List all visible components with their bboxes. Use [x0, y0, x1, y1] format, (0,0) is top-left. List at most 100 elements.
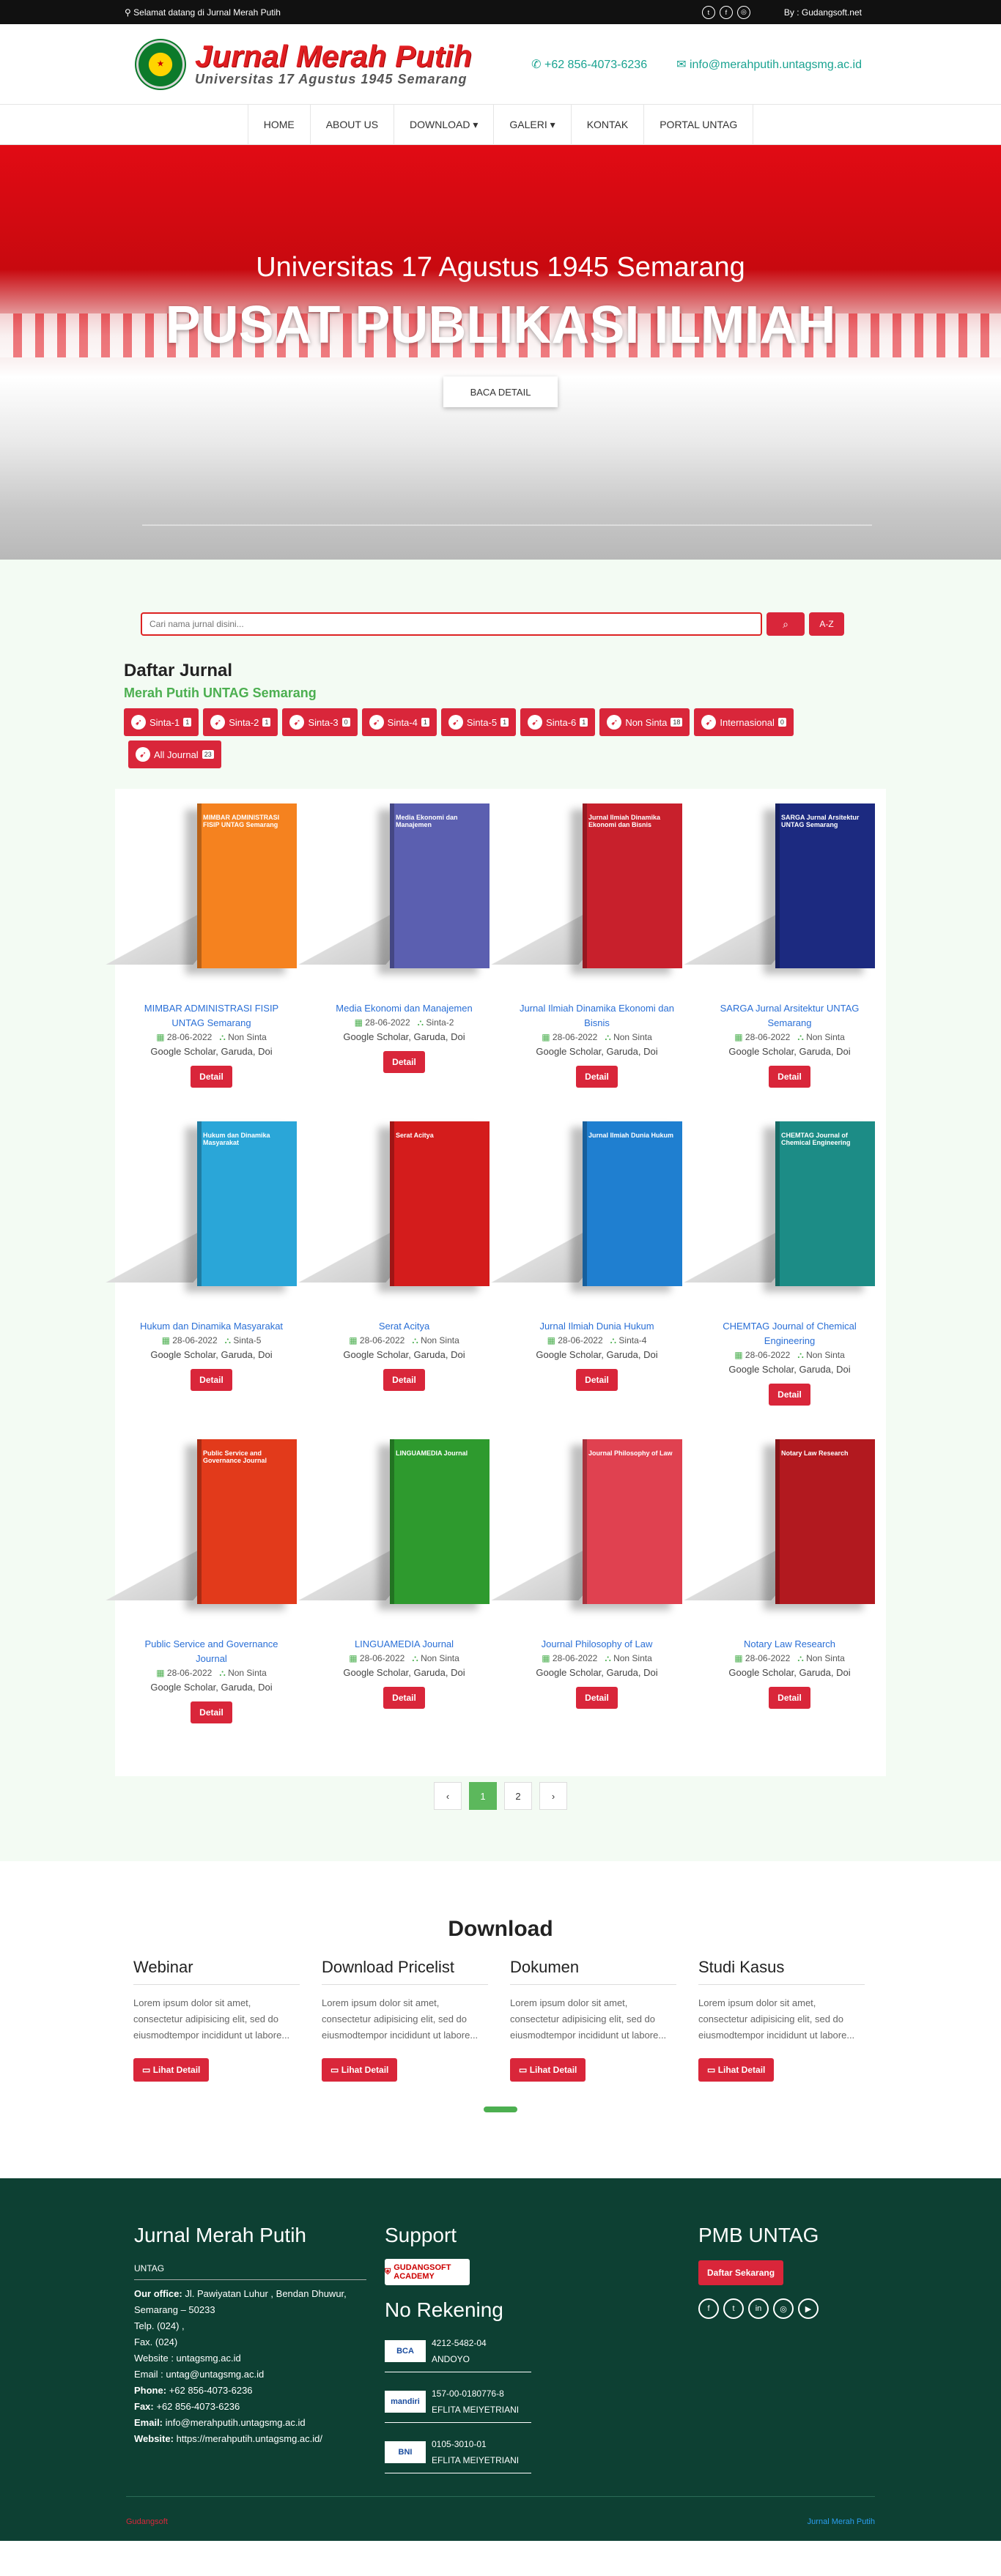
- filter-label: Non Sinta: [625, 716, 668, 728]
- journal-name[interactable]: Jurnal Ilmiah Dunia Hukum: [515, 1319, 679, 1334]
- search-button[interactable]: ⌕: [767, 612, 805, 636]
- credit-text[interactable]: By : Gudangsoft.net: [784, 7, 862, 18]
- detail-button[interactable]: Detail: [576, 1369, 618, 1391]
- journal-cover[interactable]: SARGA Jurnal Arsitektur UNTAG Semarang: [775, 803, 875, 968]
- view-detail-button[interactable]: ▭ Lihat Detail: [698, 2058, 775, 2082]
- view-detail-button[interactable]: ▭ Lihat Detail: [510, 2058, 586, 2082]
- az-button[interactable]: A-Z: [809, 612, 844, 636]
- filter-count: 1: [183, 718, 192, 727]
- journal-name[interactable]: Media Ekonomi dan Manajemen: [322, 1001, 486, 1016]
- email-contact[interactable]: ✉ info@merahputih.untagsmg.ac.id: [676, 57, 862, 72]
- footer-credit[interactable]: Gudangsoft: [126, 2517, 168, 2526]
- footer-website[interactable]: https://merahputih.untagsmg.ac.id/: [177, 2433, 322, 2444]
- journal-cover[interactable]: Public Service and Governance Journal: [197, 1439, 297, 1604]
- journal-cover[interactable]: Hukum dan Dinamika Masyarakat: [197, 1121, 297, 1286]
- journal-cover[interactable]: CHEMTAG Journal of Chemical Engineering: [775, 1121, 875, 1286]
- read-detail-button[interactable]: BACA DETAIL: [443, 376, 558, 407]
- journal-cover[interactable]: MIMBAR ADMINISTRASI FISIP UNTAG Semarang: [197, 803, 297, 968]
- filter-chip[interactable]: ➹ Sinta-6 1: [520, 708, 596, 736]
- nav-home[interactable]: HOME: [247, 104, 311, 145]
- detail-button[interactable]: Detail: [191, 1701, 232, 1723]
- filter-chip[interactable]: ➹ Sinta-1 1: [124, 708, 199, 736]
- filter-chip[interactable]: ➹ Non Sinta 18: [599, 708, 690, 736]
- journal-cover[interactable]: Serat Acitya: [390, 1121, 490, 1286]
- footer-title: Jurnal Merah Putih: [134, 2224, 307, 2246]
- page-2[interactable]: 2: [504, 1782, 532, 1810]
- filter-chip[interactable]: ➹ Sinta-5 1: [440, 708, 517, 736]
- page-1[interactable]: 1: [469, 1782, 497, 1810]
- journal-name[interactable]: Hukum dan Dinamika Masyarakat: [130, 1319, 293, 1334]
- prev-page[interactable]: ‹: [434, 1782, 462, 1810]
- detail-button[interactable]: Detail: [383, 1051, 425, 1073]
- detail-button[interactable]: Detail: [191, 1369, 232, 1391]
- detail-button[interactable]: Detail: [576, 1687, 618, 1709]
- facebook-icon[interactable]: f: [698, 2298, 719, 2319]
- detail-button[interactable]: Detail: [769, 1066, 810, 1088]
- journal-date: 28-06-2022: [558, 1335, 603, 1345]
- view-detail-button[interactable]: ▭ Lihat Detail: [322, 2058, 398, 2082]
- gudangsoft-logo[interactable]: ⛨ GUDANGSOFT ACADEMY: [385, 2259, 470, 2285]
- journal-meta: ▦ 28-06-2022 ⛬ Non Sinta: [130, 1032, 293, 1043]
- register-button[interactable]: Daftar Sekarang: [698, 2260, 784, 2285]
- detail-button[interactable]: Detail: [769, 1384, 810, 1406]
- journal-name[interactable]: Journal Philosophy of Law: [515, 1637, 679, 1652]
- journal-name[interactable]: MIMBAR ADMINISTRASI FISIP UNTAG Semarang: [130, 1001, 293, 1031]
- twitter-icon[interactable]: t: [701, 5, 715, 19]
- journal-info: Serat Acitya ▦ 28-06-2022 ⛬ Non Sinta Goog…: [322, 1319, 486, 1391]
- linkedin-icon[interactable]: in: [748, 2298, 769, 2319]
- filter-chip[interactable]: ➹ All Journal 23: [128, 740, 221, 768]
- nav-download[interactable]: DOWNLOAD ▾: [394, 104, 495, 145]
- carousel-indicator[interactable]: [484, 2107, 517, 2112]
- filter-chip[interactable]: ➹ Sinta-2 1: [203, 708, 278, 736]
- bank-logo: BNI: [385, 2441, 426, 2463]
- journal-cover[interactable]: LINGUAMEDIA Journal: [390, 1439, 490, 1604]
- detail-button[interactable]: Detail: [383, 1369, 425, 1391]
- footer-org: UNTAG: [134, 2263, 366, 2280]
- journal-cover[interactable]: Notary Law Research: [775, 1439, 875, 1604]
- journal-info: Media Ekonomi dan Manajemen ▦ 28-06-2022 …: [322, 1001, 486, 1073]
- journal-name[interactable]: Public Service and Governance Journal: [130, 1637, 293, 1666]
- twitter-icon[interactable]: t: [723, 2298, 744, 2319]
- nav-kontak[interactable]: KONTAK: [572, 104, 645, 145]
- next-page[interactable]: ›: [539, 1782, 567, 1810]
- filter-chip[interactable]: ➹ Sinta-3 0: [282, 708, 358, 736]
- brand[interactable]: ★ Jurnal Merah Putih Universitas 17 Agus…: [135, 38, 472, 90]
- journal-name[interactable]: Serat Acitya: [322, 1319, 486, 1334]
- journal-name[interactable]: Jurnal Ilmiah Dinamika Ekonomi dan Bisni…: [515, 1001, 679, 1031]
- journal-sinta: Non Sinta: [228, 1032, 267, 1042]
- facebook-icon[interactable]: f: [719, 5, 733, 19]
- nav-portal[interactable]: PORTAL UNTAG: [644, 104, 754, 145]
- detail-button[interactable]: Detail: [191, 1066, 232, 1088]
- journal-card: Public Service and Governance Journal Pub…: [105, 1439, 308, 1757]
- journal-info: Public Service and Governance Journal ▦ 2…: [130, 1637, 293, 1723]
- detail-button[interactable]: Detail: [383, 1687, 425, 1709]
- nav-about[interactable]: ABOUT US: [311, 104, 395, 145]
- hero-banner: Universitas 17 Agustus 1945 Semarang PUS…: [0, 145, 1001, 560]
- journal-search-input[interactable]: [141, 612, 762, 636]
- detail-button[interactable]: Detail: [576, 1066, 618, 1088]
- detail-button[interactable]: Detail: [769, 1687, 810, 1709]
- journal-name[interactable]: CHEMTAG Journal of Chemical Engineering: [708, 1319, 871, 1348]
- journal-cover[interactable]: Jurnal Ilmiah Dunia Hukum: [583, 1121, 682, 1286]
- journal-name[interactable]: LINGUAMEDIA Journal: [322, 1637, 486, 1652]
- instagram-icon[interactable]: ◎: [773, 2298, 794, 2319]
- journal-cover[interactable]: Jurnal Ilmiah Dinamika Ekonomi dan Bisni…: [583, 803, 682, 968]
- account-number: 0105-3010-01: [432, 2439, 487, 2449]
- journal-meta: ▦ 28-06-2022 ⛬ Non Sinta: [322, 1335, 486, 1346]
- bank-details: 0105-3010-01 EFLITA MEIYETRIANI: [432, 2436, 519, 2468]
- journal-name[interactable]: Notary Law Research: [708, 1637, 871, 1652]
- nav-galeri[interactable]: GALERI ▾: [494, 104, 572, 145]
- journal-cover[interactable]: Media Ekonomi dan Manajemen: [390, 803, 490, 968]
- journal-cover[interactable]: Journal Philosophy of Law: [583, 1439, 682, 1604]
- view-detail-button[interactable]: ▭ Lihat Detail: [133, 2058, 210, 2082]
- download-card-title: Webinar: [133, 1958, 300, 1985]
- journal-meta: ▦ 28-06-2022 ⛬ Non Sinta: [515, 1032, 679, 1043]
- instagram-icon[interactable]: ◎: [736, 5, 750, 19]
- journal-name[interactable]: SARGA Jurnal Arsitektur UNTAG Semarang: [708, 1001, 871, 1031]
- filter-chip[interactable]: ➹ Sinta-4 1: [361, 708, 437, 736]
- youtube-icon[interactable]: ▶: [798, 2298, 819, 2319]
- journal-info: Jurnal Ilmiah Dinamika Ekonomi dan Bisni…: [515, 1001, 679, 1088]
- footer-brand-link[interactable]: Jurnal Merah Putih: [808, 2517, 875, 2526]
- filter-chip[interactable]: ➹ Internasional 0: [694, 708, 794, 736]
- phone-contact[interactable]: ✆ +62 856-4073-6236: [531, 57, 647, 72]
